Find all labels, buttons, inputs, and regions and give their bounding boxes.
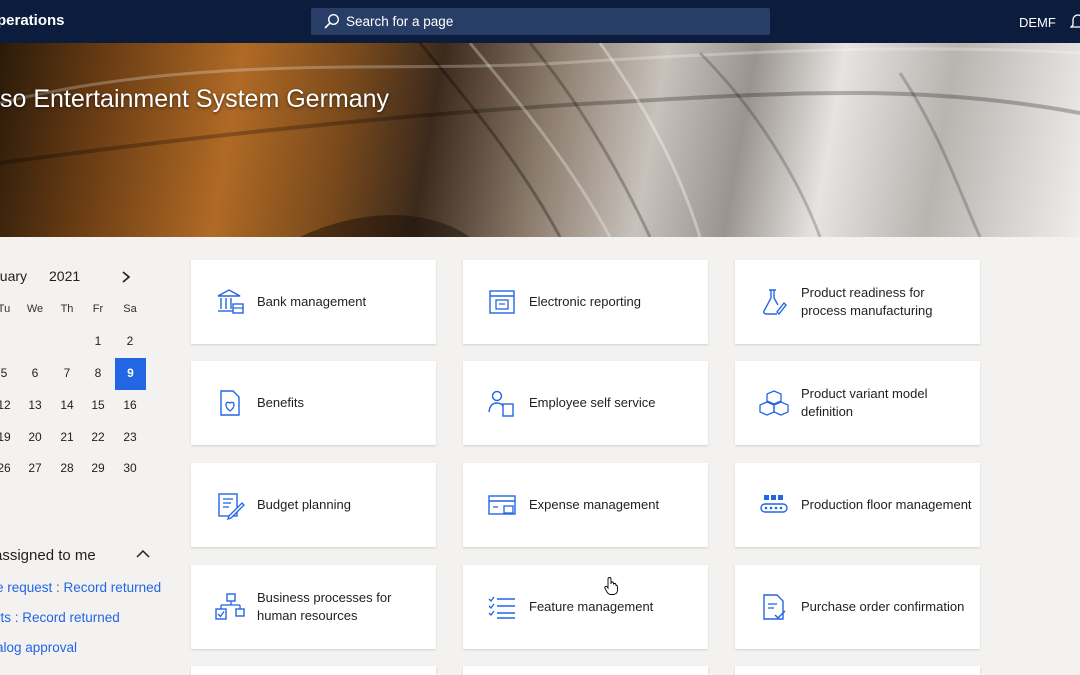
search-icon bbox=[324, 13, 340, 29]
tile-production-floor[interactable]: Production floor management bbox=[735, 463, 980, 547]
weekday-label: Th bbox=[60, 303, 74, 315]
tile-label: Budget planning bbox=[257, 497, 351, 512]
tile-partial[interactable] bbox=[735, 666, 980, 675]
tile-expense-management[interactable]: Expense management bbox=[463, 463, 708, 547]
cubes-icon bbox=[759, 390, 789, 416]
top-navigation-bar: perations Search for a page DEMF bbox=[0, 0, 1080, 43]
tile-label: Production floor management bbox=[801, 497, 972, 512]
tile-label: Business processes for human resources bbox=[257, 590, 392, 623]
search-placeholder: Search for a page bbox=[346, 14, 454, 29]
work-item-link[interactable]: e request : Record returned bbox=[0, 580, 161, 595]
work-items-title: assigned to me bbox=[0, 547, 96, 564]
calendar-day[interactable]: 2 bbox=[115, 326, 145, 356]
budget-pencil-icon bbox=[218, 493, 245, 520]
tile-business-processes-hr[interactable]: Business processes for human resources bbox=[191, 565, 436, 649]
notification-bell-icon[interactable] bbox=[1070, 12, 1080, 30]
hand-cursor-icon bbox=[604, 577, 618, 595]
conveyor-icon bbox=[760, 495, 788, 513]
tile-label: Expense management bbox=[529, 497, 660, 512]
flask-icon bbox=[763, 289, 787, 316]
document-check-icon bbox=[763, 594, 786, 620]
calendar-day[interactable]: 29 bbox=[83, 453, 113, 483]
person-document-icon bbox=[488, 390, 514, 417]
tile-product-variant-model[interactable]: Product variant model definition bbox=[735, 361, 980, 445]
work-item-link-partial[interactable] bbox=[0, 668, 116, 675]
calendar-day[interactable]: 16 bbox=[115, 390, 145, 420]
calendar-day[interactable]: 12 bbox=[0, 390, 19, 420]
calendar-day[interactable]: 30 bbox=[115, 453, 145, 483]
bank-icon bbox=[217, 289, 244, 314]
calendar-day[interactable]: 27 bbox=[20, 453, 50, 483]
calendar-day[interactable]: 1 bbox=[83, 326, 113, 356]
tile-label: Purchase order confirmation bbox=[801, 599, 965, 614]
search-box[interactable]: Search for a page bbox=[311, 8, 770, 35]
tile-benefits[interactable]: Benefits bbox=[191, 361, 436, 445]
company-picker[interactable]: DEMF bbox=[1019, 15, 1056, 30]
tile-label: Feature management bbox=[529, 599, 654, 614]
weekday-label: Tu bbox=[0, 303, 11, 315]
calendar-day[interactable]: 15 bbox=[83, 390, 113, 420]
calendar-day[interactable]: 5 bbox=[0, 358, 19, 388]
report-icon bbox=[489, 290, 515, 314]
calendar-day[interactable]: 14 bbox=[52, 390, 82, 420]
tile-employee-self-service[interactable]: Employee self service bbox=[463, 361, 708, 445]
tile-label: Employee self service bbox=[529, 395, 656, 410]
chevron-right-icon[interactable] bbox=[120, 270, 132, 284]
hero-banner: so Entertainment System Germany bbox=[0, 43, 1080, 237]
company-title: so Entertainment System Germany bbox=[0, 85, 390, 113]
calendar-day[interactable]: 26 bbox=[0, 453, 19, 483]
calendar-day[interactable]: 13 bbox=[20, 390, 50, 420]
process-flow-icon bbox=[215, 593, 245, 620]
tile-purchase-order-confirmation[interactable]: Purchase order confirmation bbox=[735, 565, 980, 649]
chevron-up-icon[interactable] bbox=[136, 549, 150, 559]
work-item-link[interactable]: alog approval bbox=[0, 640, 77, 655]
heart-document-icon bbox=[220, 390, 240, 416]
weekday-label: We bbox=[26, 303, 44, 315]
tile-label: Product variant model definition bbox=[801, 386, 928, 419]
weekday-label: Fr bbox=[92, 303, 104, 315]
calendar-day[interactable]: 19 bbox=[0, 422, 19, 452]
tile-budget-planning[interactable]: Budget planning bbox=[191, 463, 436, 547]
calendar-year[interactable]: 2021 bbox=[49, 268, 80, 284]
tile-electronic-reporting[interactable]: Electronic reporting bbox=[463, 260, 708, 344]
tile-label: Electronic reporting bbox=[529, 294, 641, 309]
tile-feature-management[interactable]: Feature management bbox=[463, 565, 708, 649]
calendar-day[interactable]: 8 bbox=[83, 358, 113, 388]
tile-label: Bank management bbox=[257, 294, 367, 309]
expense-card-icon bbox=[488, 495, 516, 515]
tile-partial[interactable] bbox=[191, 666, 436, 675]
tile-product-readiness[interactable]: Product readiness for process manufactur… bbox=[735, 260, 980, 344]
work-item-link[interactable]: rts : Record returned bbox=[0, 610, 120, 625]
tile-bank-management[interactable]: Bank management bbox=[191, 260, 436, 344]
calendar-day-selected[interactable]: 9 bbox=[115, 358, 146, 390]
calendar-month[interactable]: nuary bbox=[0, 268, 27, 284]
banner-image bbox=[0, 43, 1080, 237]
checklist-icon bbox=[488, 596, 515, 619]
weekday-label: Sa bbox=[123, 303, 137, 315]
tile-label: Product readiness for process manufactur… bbox=[801, 285, 933, 318]
calendar-day[interactable]: 7 bbox=[52, 358, 82, 388]
calendar-day[interactable]: 23 bbox=[115, 422, 145, 452]
calendar-day[interactable]: 28 bbox=[52, 453, 82, 483]
tile-partial[interactable] bbox=[463, 666, 708, 675]
calendar-day[interactable]: 22 bbox=[83, 422, 113, 452]
app-name[interactable]: perations bbox=[0, 12, 65, 29]
calendar-day[interactable]: 21 bbox=[52, 422, 82, 452]
calendar-day[interactable]: 20 bbox=[20, 422, 50, 452]
calendar-day[interactable]: 6 bbox=[20, 358, 50, 388]
tile-label: Benefits bbox=[257, 395, 304, 410]
